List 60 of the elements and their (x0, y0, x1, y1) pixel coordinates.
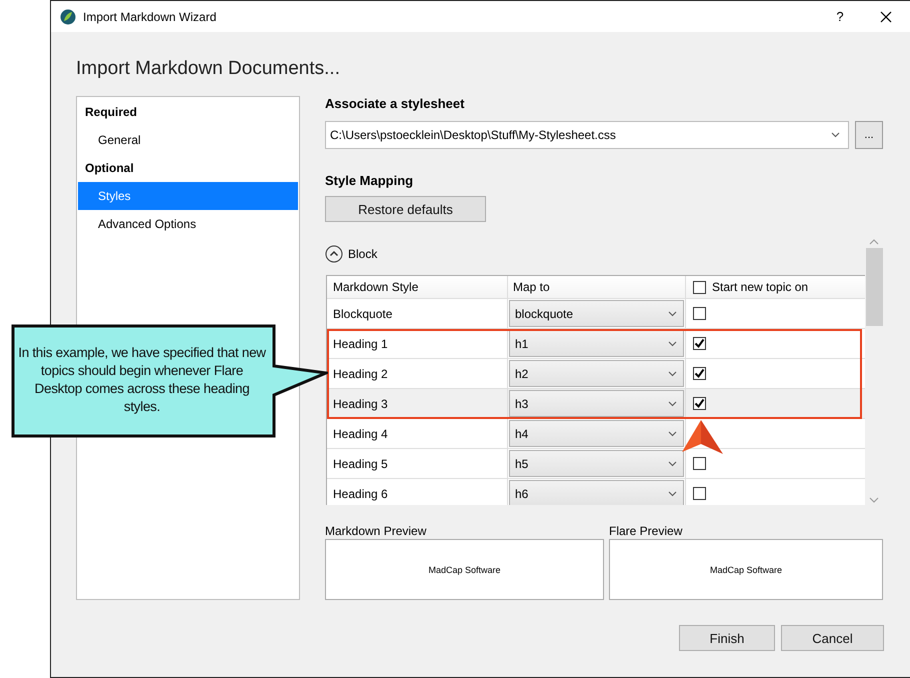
column-header: Markdown Style (327, 276, 508, 298)
preview-label: Flare Preview (609, 524, 684, 539)
chevron-down-icon (668, 490, 677, 496)
chevron-down-icon (668, 310, 677, 316)
checkbox[interactable] (693, 280, 706, 294)
map-to-dropdown[interactable]: blockquote (509, 300, 684, 327)
callout-text: In this example, we have specified that new topics should begin whenever Flare Desktop comes across these heading styles. (18, 344, 266, 416)
finish-button[interactable]: Finish (679, 625, 775, 651)
table-row[interactable]: Heading 3 h3 (327, 389, 865, 419)
table-row[interactable]: Blockquote blockquote (327, 299, 865, 329)
column-header: Map to (508, 276, 686, 298)
chevron-down-icon (668, 340, 677, 346)
stylesheet-label: Associate a stylesheet (325, 96, 466, 112)
column-header: Start new topic on (712, 280, 808, 294)
chevron-down-icon (831, 132, 840, 138)
checkbox[interactable] (693, 397, 706, 410)
map-to-dropdown[interactable]: h2 (509, 360, 684, 387)
checkbox[interactable] (693, 457, 706, 470)
sidebar-item[interactable]: Advanced Options (78, 210, 298, 238)
table-row[interactable]: Heading 6 h6 (327, 479, 865, 505)
preview-label: Markdown Preview (325, 524, 428, 539)
checkbox[interactable] (693, 487, 706, 500)
close-icon (880, 10, 892, 22)
stylesheet-combobox[interactable]: C:\Users\pstoecklein\Desktop\Stuff\My-Stylesheet.css (325, 121, 849, 149)
table-cell: Heading 5 (327, 449, 508, 478)
app-logo-icon (60, 8, 76, 24)
style-mapping-label: Style Mapping (325, 173, 414, 189)
checkbox[interactable] (693, 367, 706, 380)
chevron-down-icon (668, 430, 677, 436)
checkbox[interactable] (693, 337, 706, 350)
sidebar-group-label: Optional (84, 160, 135, 177)
map-to-dropdown[interactable]: h1 (509, 330, 684, 357)
help-button[interactable]: ? (817, 1, 863, 32)
map-to-dropdown[interactable]: h5 (509, 450, 684, 477)
sidebar-group-label: Required (84, 104, 138, 121)
cancel-button[interactable]: Cancel (781, 625, 884, 651)
map-to-dropdown[interactable]: h6 (509, 480, 684, 505)
map-to-dropdown[interactable]: h3 (509, 390, 684, 417)
section-label: Block (348, 247, 378, 261)
table-row[interactable]: Heading 5 h5 (327, 449, 865, 479)
table-row[interactable]: Heading 1 h1 (327, 329, 865, 359)
table-cell: Heading 6 (327, 479, 508, 505)
restore-defaults-button[interactable]: Restore defaults (325, 196, 486, 222)
chevron-down-icon (668, 370, 677, 376)
table-cell: Blockquote (327, 299, 508, 328)
sidebar-item[interactable]: Styles (78, 182, 298, 210)
wizard-heading: Import Markdown Documents... (76, 57, 341, 81)
pointer-arrow-icon (682, 420, 724, 455)
sidebar-item[interactable]: General (78, 126, 298, 154)
chevron-down-icon (668, 460, 677, 466)
window-title: Import Markdown Wizard (83, 10, 218, 24)
preview-text: MadCap Software (710, 564, 782, 574)
chevron-down-icon (668, 400, 677, 406)
table-cell: Heading 4 (327, 419, 508, 448)
checkbox[interactable] (693, 307, 706, 320)
collapse-icon[interactable] (325, 245, 343, 263)
map-to-dropdown[interactable]: h4 (509, 420, 684, 447)
preview-text: MadCap Software (428, 564, 501, 574)
browse-button[interactable]: ... (855, 121, 883, 149)
table-row[interactable]: Heading 4 h4 (327, 419, 865, 449)
